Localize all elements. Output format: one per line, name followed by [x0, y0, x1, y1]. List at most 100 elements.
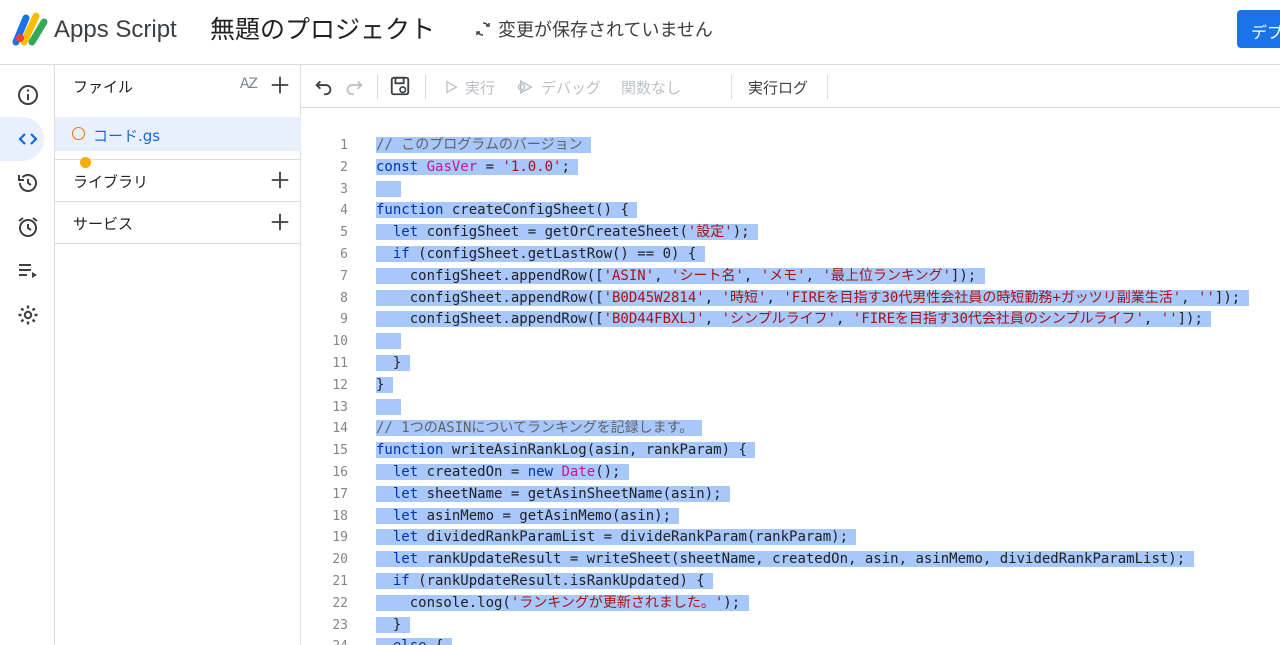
rail-triggers[interactable]: [0, 205, 55, 249]
code-line[interactable]: 8 configSheet.appendRow(['B0D45W2814', '…: [301, 288, 1280, 310]
debug-button[interactable]: デバッグ: [541, 77, 601, 98]
history-icon: [17, 174, 37, 192]
code-line[interactable]: 24 else {: [301, 636, 1280, 645]
sort-files-button[interactable]: AZ: [240, 76, 258, 92]
toolbar-separator: [731, 75, 732, 99]
line-number: 17: [332, 486, 348, 502]
add-file-icon[interactable]: [269, 74, 291, 96]
line-number: 14: [332, 421, 348, 437]
editor-toolbar: 実行 デバッグ 関数なし 実行ログ: [301, 65, 1280, 108]
save-status: 変更が保存されていません: [474, 16, 713, 42]
code-line[interactable]: 23 }: [301, 615, 1280, 637]
line-number: 2: [340, 159, 348, 175]
code-text: console.log('ランキングが更新されました。');: [376, 594, 749, 611]
code-text: let sheetName = getAsinSheetName(asin);: [376, 484, 731, 506]
code-line[interactable]: 18 let asinMemo = getAsinMemo(asin);: [301, 506, 1280, 528]
redo-icon[interactable]: [343, 75, 365, 97]
code-text: configSheet.appendRow(['ASIN', 'シート名', '…: [376, 267, 985, 284]
line-number: 5: [340, 225, 348, 241]
line-number: 4: [340, 203, 348, 219]
project-title[interactable]: 無題のプロジェクト: [210, 10, 435, 46]
code-line[interactable]: 17 let sheetName = getAsinSheetName(asin…: [301, 484, 1280, 506]
rail-executions[interactable]: [0, 249, 55, 293]
code-text: function writeAsinRankLog(asin, rankPara…: [376, 442, 756, 459]
rail-overview[interactable]: [0, 73, 55, 117]
unsaved-dot-icon: [72, 127, 85, 140]
code-line[interactable]: 7 configSheet.appendRow(['ASIN', 'シート名',…: [301, 266, 1280, 288]
code-line[interactable]: 10: [301, 331, 1280, 353]
divider: [55, 243, 301, 244]
code-line[interactable]: 22 console.log('ランキングが更新されました。');: [301, 593, 1280, 615]
code-line[interactable]: 6 if (configSheet.getLastRow() == 0) {: [301, 244, 1280, 266]
file-item-code-gs[interactable]: コード.gs: [55, 117, 301, 151]
code-text: let rankUpdateResult = writeSheet(sheetN…: [376, 549, 1194, 571]
code-text: [376, 397, 402, 419]
code-line[interactable]: 4 function createConfigSheet() {: [301, 200, 1280, 222]
function-select[interactable]: 関数なし: [621, 77, 681, 98]
app-header: Apps Script 無題のプロジェクト 変更が保存されていません デプロイ: [0, 0, 1280, 65]
undo-icon[interactable]: [313, 75, 335, 97]
brand-name: Apps Script: [54, 16, 177, 43]
code-line[interactable]: 1 // このプログラムのバージョン: [301, 135, 1280, 157]
line-number: 10: [332, 334, 348, 350]
code-line[interactable]: 21 if (rankUpdateResult.isRankUpdated) {: [301, 571, 1280, 593]
lightbulb-icon[interactable]: [80, 157, 91, 168]
file-name: コード.gs: [93, 127, 161, 145]
code-line[interactable]: 19 let dividedRankParamList = divideRank…: [301, 527, 1280, 549]
line-number: 9: [340, 312, 348, 328]
code-line[interactable]: 2 const GasVer = '1.0.0';: [301, 157, 1280, 179]
code-line[interactable]: 9 configSheet.appendRow(['B0D44FBXLJ', '…: [301, 309, 1280, 331]
line-number: 23: [332, 617, 348, 633]
code-text: let createdOn = new Date();: [376, 462, 629, 484]
save-status-text: 変更が保存されていません: [498, 20, 713, 41]
code-text: if (configSheet.getLastRow() == 0) {: [376, 244, 705, 266]
execution-log-button[interactable]: 実行ログ: [748, 77, 808, 98]
rail-settings[interactable]: [0, 293, 55, 337]
line-number: 7: [340, 268, 348, 284]
services-section: サービス: [55, 202, 301, 244]
line-number: 16: [332, 465, 348, 480]
line-number: 12: [332, 377, 348, 393]
code-line[interactable]: 13: [301, 397, 1280, 419]
code-line[interactable]: 12}: [301, 375, 1280, 397]
code-text: let configSheet = getOrCreateSheet('設定')…: [376, 222, 759, 244]
line-number: 22: [332, 595, 348, 611]
code-line[interactable]: 15 function writeAsinRankLog(asin, rankPa…: [301, 440, 1280, 462]
debug-icon: [517, 79, 533, 95]
run-button[interactable]: 実行: [465, 77, 495, 98]
code-line[interactable]: 11 }: [301, 353, 1280, 375]
files-label: ファイル: [73, 77, 134, 96]
line-number: 19: [332, 530, 348, 546]
add-library-icon[interactable]: [269, 169, 291, 191]
code-text: configSheet.appendRow(['B0D44FBXLJ', 'シン…: [376, 311, 1212, 328]
code-editor[interactable]: 1 // このプログラムのバージョン 2 const GasVer = '1.0.0…: [301, 108, 1280, 645]
code-text: let asinMemo = getAsinMemo(asin);: [376, 506, 680, 528]
code-text: // このプログラムのバージョン: [376, 135, 592, 157]
files-section-header: ファイル AZ: [55, 65, 301, 107]
deploy-button[interactable]: デプロイ: [1237, 10, 1280, 48]
play-icon: [446, 80, 458, 94]
line-number: 24: [301, 636, 348, 645]
line-number: 1: [340, 138, 348, 153]
code-text: }: [376, 355, 410, 371]
code-line[interactable]: 5 let configSheet = getOrCreateSheet('設定…: [301, 222, 1280, 244]
code-line[interactable]: 16 let createdOn = new Date();: [301, 462, 1280, 484]
executions-icon: [18, 264, 37, 278]
code-text: const GasVer = '1.0.0';: [376, 158, 579, 175]
services-label: サービス: [73, 214, 134, 233]
add-service-icon[interactable]: [269, 211, 291, 233]
code-line[interactable]: 20 let rankUpdateResult = writeSheet(she…: [301, 549, 1280, 571]
line-number: 8: [340, 290, 348, 306]
apps-script-logo-icon[interactable]: [12, 12, 50, 46]
save-icon[interactable]: [389, 75, 411, 97]
line-number: 18: [332, 508, 348, 524]
code-icon: [17, 133, 38, 145]
rail-editor[interactable]: [0, 117, 55, 161]
code-text: function createConfigSheet() {: [376, 202, 638, 219]
code-text: [376, 331, 402, 353]
line-number: 3: [340, 181, 348, 197]
rail-history[interactable]: [0, 161, 55, 205]
code-line[interactable]: 3: [301, 179, 1280, 201]
code-line[interactable]: 14 // 1つのASINについてランキングを記録します。: [301, 418, 1280, 440]
line-number: 20: [332, 552, 348, 568]
